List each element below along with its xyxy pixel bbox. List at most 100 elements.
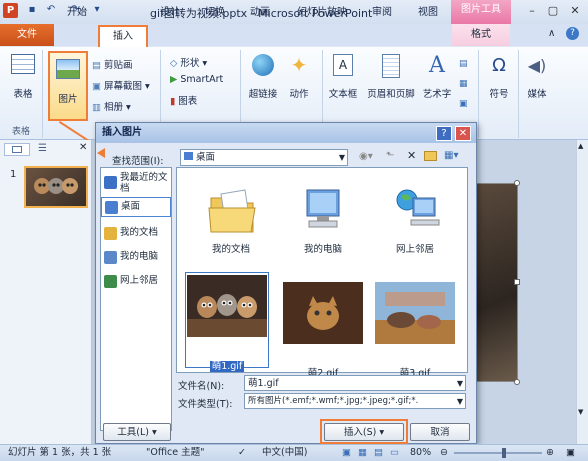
file-item-computer[interactable]: 我的电脑 — [281, 176, 365, 255]
maximize-button[interactable]: ▢ — [543, 3, 563, 18]
minimize-ribbon-icon[interactable]: ∧ — [548, 28, 555, 39]
filename-label: 文件名(N): — [178, 381, 225, 392]
chevron-down-icon: ▾ — [379, 427, 385, 438]
action-button[interactable]: ✦ 动作 — [286, 54, 312, 100]
file-item-gif3[interactable]: 萌3.gif — [373, 282, 457, 379]
close-button[interactable]: ✕ — [565, 3, 585, 18]
tab-review[interactable]: 审阅 — [362, 3, 402, 22]
table-icon — [11, 54, 35, 74]
place-documents[interactable]: 我的文档 — [101, 224, 171, 246]
place-network[interactable]: 网上邻居 — [101, 272, 171, 294]
up-folder-icon[interactable]: ⬑ — [386, 150, 394, 161]
chevron-down-icon: ▼ — [338, 153, 345, 162]
screenshot-button[interactable]: ▣ 屏幕截图 ▾ — [92, 78, 150, 92]
textbox-button[interactable]: A 文本框 — [326, 54, 360, 100]
slides-tab[interactable] — [4, 143, 30, 156]
picture-button[interactable]: 图片 — [48, 51, 88, 121]
filetype-select[interactable]: 所有图片(*.emf;*.wmf;*.jpg;*.jpeg;*.gif;*. ▼ — [244, 393, 466, 409]
view-reading-icon[interactable]: ▤ — [374, 445, 383, 461]
wordart-label: 艺术字 — [422, 89, 452, 100]
chart-button[interactable]: ▮ 图表 — [170, 93, 197, 107]
shapes-button[interactable]: ◇ 形状 ▾ — [170, 55, 207, 69]
cancel-button[interactable]: 取消 — [410, 423, 470, 441]
filetype-label: 文件类型(T): — [178, 399, 233, 410]
close-pane-icon[interactable]: ✕ — [79, 142, 87, 153]
new-folder-icon[interactable] — [424, 151, 437, 161]
selection-handle[interactable] — [514, 279, 520, 285]
wordart-button[interactable]: A 艺术字 — [420, 54, 454, 101]
scroll-down-icon[interactable]: ▼ — [578, 408, 583, 416]
folder-documents-icon — [208, 189, 256, 233]
tools-button[interactable]: 工具(L) ▾ — [103, 423, 171, 441]
file-name-selected: 萌1.gif — [186, 358, 268, 372]
dialog-help-button[interactable]: ? — [436, 126, 452, 141]
delete-icon[interactable]: ✕ — [407, 149, 416, 162]
dialog-close-button[interactable]: ✕ — [455, 126, 471, 141]
computer-icon — [306, 189, 340, 228]
slide-thumbnail[interactable] — [24, 166, 88, 208]
view-sorter-icon[interactable]: ▦ — [358, 445, 367, 461]
place-recent[interactable]: 我最近的文档 — [101, 172, 171, 194]
tab-animations[interactable]: 动画 — [240, 3, 280, 22]
filetype-value: 所有图片(*.emf;*.wmf;*.jpg;*.jpeg;*.gif;*. — [248, 396, 419, 406]
vertical-scrollbar[interactable] — [576, 140, 588, 444]
chart-label: 图表 — [178, 96, 198, 107]
file-item-documents[interactable]: 我的文档 — [189, 176, 273, 255]
media-button[interactable]: ◀) 媒体 — [522, 54, 552, 100]
insert-button[interactable]: 插入(S) ▾ — [324, 423, 404, 441]
zoom-slider[interactable] — [454, 452, 542, 454]
file-item-gif2[interactable]: 萌2.gif — [281, 282, 365, 379]
tab-transitions[interactable]: 切换 — [195, 3, 235, 22]
symbol-button[interactable]: Ω 符号 — [484, 54, 514, 100]
spellcheck-icon[interactable]: ✓ — [238, 445, 246, 461]
fit-window-icon[interactable]: ▣ — [566, 445, 575, 461]
file-item-gif1[interactable]: 萌1.gif — [185, 272, 269, 372]
filename-input[interactable]: 萌1.gif ▼ — [244, 375, 466, 391]
outline-tab[interactable]: ☰ — [38, 143, 47, 154]
hyperlink-button[interactable]: 超链接 — [246, 54, 280, 100]
language-status[interactable]: 中文(中国) — [262, 445, 307, 461]
tab-insert[interactable]: 插入 — [98, 25, 148, 47]
tools-label: 工具(L) — [117, 427, 149, 438]
selection-handle[interactable] — [514, 180, 520, 186]
album-button[interactable]: ▥ 相册 ▾ — [92, 99, 131, 113]
look-in-select[interactable]: 桌面 ▼ — [180, 149, 348, 166]
views-icon[interactable]: ▦▾ — [444, 150, 458, 161]
tab-home[interactable]: 开始 — [60, 3, 94, 22]
place-computer[interactable]: 我的电脑 — [101, 248, 171, 270]
selection-handle[interactable] — [514, 379, 520, 385]
file-list: 我的文档 我的电脑 网上邻居 萌1.gif 萌2.gif 萌3.gif — [176, 167, 468, 379]
clipart-button[interactable]: ▤ 剪贴画 — [92, 57, 133, 71]
smartart-button[interactable]: ▶ SmartArt — [170, 74, 223, 85]
table-button[interactable]: 表格 — [8, 54, 38, 104]
table-label: 表格 — [13, 89, 33, 100]
back-icon[interactable]: ◉▾ — [359, 151, 373, 162]
places-bar: 我最近的文档 桌面 我的文档 我的电脑 网上邻居 — [100, 167, 172, 431]
help-icon[interactable]: ? — [566, 27, 579, 40]
save-icon[interactable]: ▪ — [25, 3, 39, 17]
file-name: 网上邻居 — [395, 244, 434, 255]
tab-design[interactable]: 设计 — [150, 3, 190, 22]
desktop-icon — [184, 152, 193, 160]
slide-picture[interactable] — [470, 183, 518, 382]
tab-file[interactable]: 文件 — [0, 24, 54, 46]
slide-number: 1 — [10, 169, 17, 180]
tab-slideshow[interactable]: 幻灯片放映 — [288, 3, 356, 22]
undo-icon[interactable]: ↶ — [44, 3, 58, 17]
scroll-up-icon[interactable]: ▲ — [578, 142, 583, 150]
tab-format[interactable]: 格式 — [452, 24, 510, 46]
view-normal-icon[interactable]: ▣ — [342, 445, 351, 461]
header-footer-button[interactable]: 页眉和页脚 — [362, 54, 420, 100]
zoom-in-icon[interactable]: ⊕ — [546, 445, 554, 461]
slides-tab-icon — [12, 146, 22, 153]
place-desktop-label: 桌面 — [121, 201, 141, 212]
file-item-network[interactable]: 网上邻居 — [373, 176, 457, 255]
tab-view[interactable]: 视图 — [408, 3, 448, 22]
zoom-out-icon[interactable]: ⊖ — [440, 445, 448, 461]
zoom-slider-thumb[interactable] — [502, 448, 506, 458]
zoom-level[interactable]: 80% — [410, 445, 431, 461]
ribbon-separator — [42, 50, 43, 138]
place-desktop[interactable]: 桌面 — [101, 197, 171, 217]
minimize-button[interactable]: – — [522, 3, 542, 18]
view-slideshow-icon[interactable]: ▭ — [390, 445, 399, 461]
